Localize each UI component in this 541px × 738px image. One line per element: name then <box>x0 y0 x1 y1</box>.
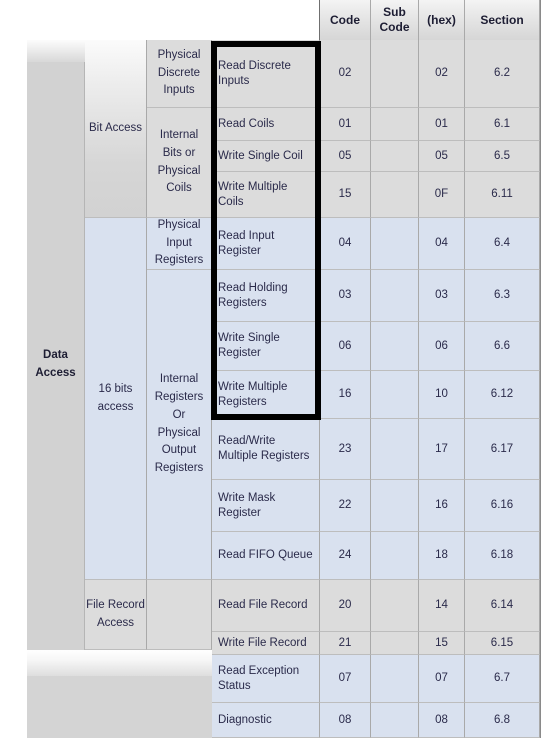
cell-section: 6.14 <box>465 580 540 632</box>
cell-sub-code <box>371 40 419 108</box>
cell-function-name: Write Single Register <box>212 322 320 371</box>
cell-sub-code <box>371 371 419 419</box>
cell-code: 06 <box>320 322 371 371</box>
cell-section: 6.18 <box>465 532 540 580</box>
cell-code: 05 <box>320 141 371 172</box>
cell-code: 23 <box>320 419 371 480</box>
cell-code: 22 <box>320 480 371 532</box>
cell-sub-code <box>371 632 419 655</box>
cell-hex: 04 <box>419 218 465 270</box>
cell-function-name: Diagnostic <box>212 703 320 738</box>
cell-code: 01 <box>320 108 371 141</box>
cell-sub-code <box>371 270 419 322</box>
cell-hex: 06 <box>419 322 465 371</box>
cell-sub-code <box>371 419 419 480</box>
cell-hex: 15 <box>419 632 465 655</box>
cell-section: 6.4 <box>465 218 540 270</box>
cell-function-name: Write Multiple Registers <box>212 371 320 419</box>
cell-function-name: Read Input Register <box>212 218 320 270</box>
cell-section: 6.8 <box>465 703 540 738</box>
cell-function-name: Read/Write Multiple Registers <box>212 419 320 480</box>
cell-hex: 07 <box>419 655 465 703</box>
cell-code: 02 <box>320 40 371 108</box>
cell-hex: 0F <box>419 172 465 218</box>
header-hex: (hex) <box>419 0 465 41</box>
cell-code: 20 <box>320 580 371 632</box>
cell-function-name: Read Coils <box>212 108 320 141</box>
cell-sub-code <box>371 218 419 270</box>
cell-function-name: Write Mask Register <box>212 480 320 532</box>
cell-section: 6.7 <box>465 655 540 703</box>
cell-sub-code <box>371 322 419 371</box>
header-code: Code <box>320 0 371 41</box>
function-code-table: Code Sub Code (hex) Section Data Access … <box>0 0 541 738</box>
cell-hex: 16 <box>419 480 465 532</box>
cell-function-name: Write Multiple Coils <box>212 172 320 218</box>
cell-code: 07 <box>320 655 371 703</box>
cell-section: 6.2 <box>465 40 540 108</box>
cell-hex: 17 <box>419 419 465 480</box>
cell-sub-code <box>371 141 419 172</box>
access-group-bit-access: Bit Access <box>85 40 147 218</box>
spine-top-fade <box>27 40 85 62</box>
cell-hex: 03 <box>419 270 465 322</box>
cell-sub-code <box>371 480 419 532</box>
access-group-file-record: File Record Access <box>85 580 147 650</box>
object-group-internal-registers-or-physical-output-registers: Internal Registers Or Physical Output Registe… <box>147 270 212 580</box>
cell-section: 6.1 <box>465 108 540 141</box>
cell-section: 6.17 <box>465 419 540 480</box>
cell-section: 6.5 <box>465 141 540 172</box>
cell-hex: 02 <box>419 40 465 108</box>
cell-code: 24 <box>320 532 371 580</box>
cell-hex: 08 <box>419 703 465 738</box>
cell-section: 6.11 <box>465 172 540 218</box>
cell-hex: 05 <box>419 141 465 172</box>
cell-function-name: Write Single Coil <box>212 141 320 172</box>
cell-function-name: Write File Record <box>212 632 320 655</box>
cell-hex: 14 <box>419 580 465 632</box>
cell-code: 04 <box>320 218 371 270</box>
object-group-internal-bits-or-physical-coils: Internal Bits or Physical Coils <box>147 108 212 218</box>
cell-section: 6.3 <box>465 270 540 322</box>
cell-hex: 01 <box>419 108 465 141</box>
cell-sub-code <box>371 532 419 580</box>
cell-sub-code <box>371 655 419 703</box>
cell-section: 6.6 <box>465 322 540 371</box>
header-sub-code: Sub Code <box>371 0 419 41</box>
cell-function-name: Read Holding Registers <box>212 270 320 322</box>
object-group-physical-input-registers: Physical Input Registers <box>147 218 212 270</box>
cell-function-name: Read Discrete Inputs <box>212 40 320 108</box>
cell-section: 6.16 <box>465 480 540 532</box>
header-section: Section <box>465 0 540 41</box>
access-group-16-bits: 16 bits access <box>85 218 147 580</box>
cell-section: 6.12 <box>465 371 540 419</box>
cell-function-name: Read File Record <box>212 580 320 632</box>
cell-sub-code <box>371 108 419 141</box>
cell-section: 6.15 <box>465 632 540 655</box>
cell-code: 08 <box>320 703 371 738</box>
cell-function-name: Read Exception Status <box>212 655 320 703</box>
cell-code: 15 <box>320 172 371 218</box>
cell-hex: 18 <box>419 532 465 580</box>
spine-data-access: Data Access <box>27 40 85 690</box>
object-group-physical-discrete-inputs: Physical Discrete Inputs <box>147 40 212 108</box>
object-group-file-record-spacer <box>147 580 212 650</box>
cell-code: 03 <box>320 270 371 322</box>
cell-code: 21 <box>320 632 371 655</box>
cell-function-name: Read FIFO Queue <box>212 532 320 580</box>
cell-sub-code <box>371 703 419 738</box>
cell-sub-code <box>371 172 419 218</box>
cell-sub-code <box>371 580 419 632</box>
cell-code: 16 <box>320 371 371 419</box>
cell-hex: 10 <box>419 371 465 419</box>
header-blank-cell <box>27 0 320 41</box>
